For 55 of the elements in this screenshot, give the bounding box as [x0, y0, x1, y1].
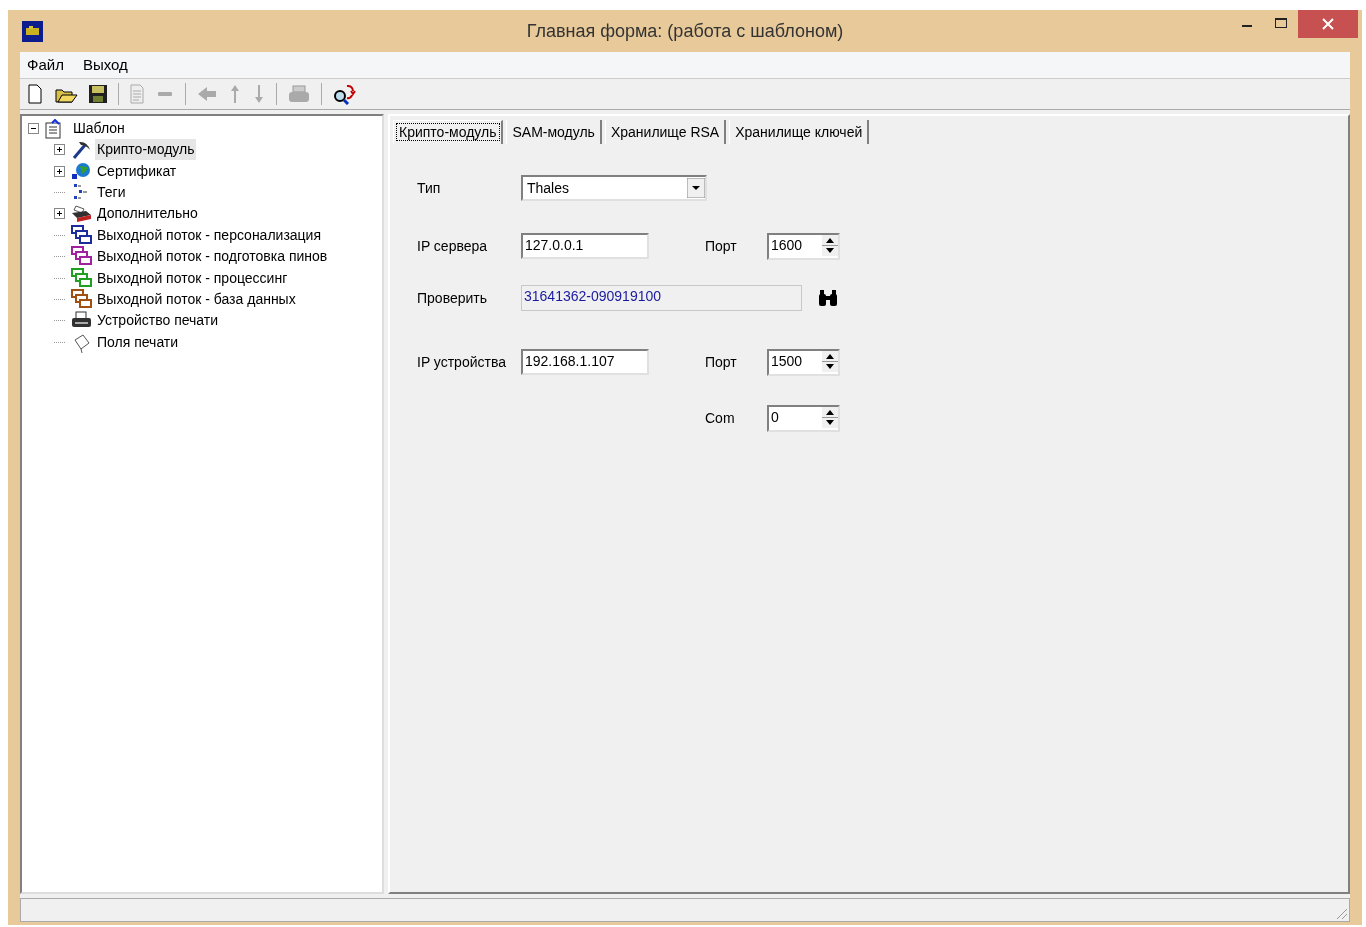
tree-item[interactable]: Сертификат — [95, 160, 179, 182]
expand-icon[interactable] — [54, 165, 65, 177]
spin-field[interactable]: 1500 — [767, 348, 840, 376]
menu-item[interactable]: Файл — [27, 53, 64, 77]
field-label: IP сервера — [417, 236, 489, 256]
save-icon[interactable] — [88, 84, 108, 104]
new-file-icon[interactable] — [26, 84, 44, 104]
tab[interactable]: Хранилище ключей — [729, 120, 870, 144]
close-button[interactable] — [1298, 10, 1358, 38]
field-label: Com — [705, 408, 736, 428]
tree-item[interactable]: Дополнительно — [95, 203, 200, 225]
tree-item[interactable]: Устройство печати — [95, 310, 221, 332]
windows-stack-icon — [70, 288, 92, 310]
windows-stack-icon — [70, 267, 92, 289]
globe-icon — [70, 160, 92, 182]
tree-item[interactable]: Крипто-модуль — [95, 139, 197, 161]
tree-item[interactable]: Шаблон — [71, 118, 127, 139]
field-label: Порт — [705, 236, 738, 256]
expand-icon[interactable] — [54, 144, 65, 156]
dropdown-arrow-icon[interactable] — [687, 178, 705, 198]
collapse-icon[interactable] — [28, 123, 39, 134]
spin-arrows-icon[interactable] — [822, 234, 838, 256]
tab[interactable]: Хранилище RSA — [604, 120, 727, 144]
window-title: Главная форма: (работа с шаблоном) — [526, 19, 844, 43]
resize-grip-icon[interactable] — [1334, 906, 1348, 920]
close-icon — [1322, 18, 1334, 30]
search-refresh-icon[interactable] — [332, 83, 356, 105]
tab[interactable]: SAM-модуль — [506, 120, 602, 144]
windows-stack-icon — [70, 224, 92, 246]
app-icon — [22, 21, 43, 42]
windows-stack-icon — [70, 246, 92, 268]
clipboard-list-icon — [43, 118, 63, 139]
field-label: Тип — [417, 178, 442, 198]
pickaxe-icon — [70, 139, 92, 161]
expand-icon[interactable] — [54, 208, 65, 220]
tab[interactable]: Крипто-модуль — [393, 120, 504, 144]
spin-arrows-icon[interactable] — [822, 406, 838, 428]
tree-item[interactable]: Выходной поток - база данных — [95, 288, 298, 310]
field-label: IP устройства — [417, 352, 507, 372]
field-label: Проверить — [417, 288, 488, 308]
input-field[interactable]: 192.168.1.107 — [521, 349, 649, 375]
tree-item[interactable]: Выходной поток - персонализация — [95, 224, 323, 246]
check-field[interactable]: 31641362-090919100 — [521, 285, 802, 311]
tree-item[interactable]: Выходной поток - процессинг — [95, 267, 290, 289]
spin-field[interactable]: 0 — [767, 404, 840, 432]
binoculars-icon[interactable] — [817, 289, 839, 307]
menu-item[interactable]: Выход — [82, 53, 128, 77]
type-dropdown[interactable]: Thales — [521, 175, 707, 201]
input-field[interactable]: 127.0.0.1 — [521, 233, 649, 259]
spin-field[interactable]: 1600 — [767, 232, 840, 260]
tree-item[interactable]: Выходной поток - подготовка пинов — [95, 246, 330, 268]
tree-item[interactable]: Поля печати — [95, 331, 181, 353]
field-label: Порт — [705, 352, 738, 372]
spin-arrows-icon[interactable] — [822, 350, 838, 372]
tree-item[interactable]: Теги — [95, 181, 128, 203]
